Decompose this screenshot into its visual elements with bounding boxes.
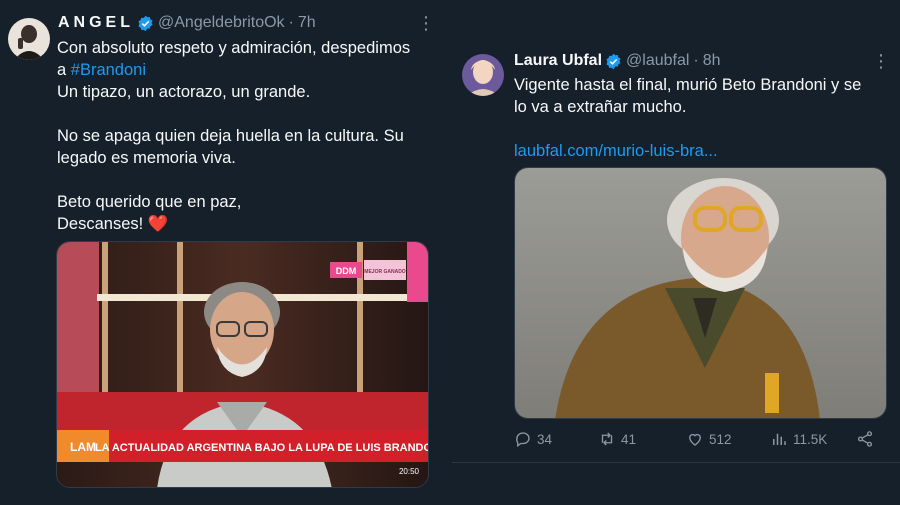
avatar[interactable] [8, 18, 50, 60]
author-name[interactable]: ANGEL [58, 14, 134, 32]
more-icon[interactable]: ⋮ [417, 14, 435, 32]
views-icon [773, 433, 786, 445]
separator: · [288, 14, 294, 31]
tv-still-image: LAM LA ACTUALIDAD ARGENTINA BAJO LA LUPA… [57, 242, 429, 487]
tv-clock: 20:50 [399, 467, 420, 476]
portrait-image [515, 168, 886, 418]
tweet-laura[interactable]: Laura Ubfal @laubfal · 8h ⋮ Vigente hast… [452, 38, 900, 463]
tv-show-badge: MEJOR GANADO [364, 269, 406, 275]
timestamp[interactable]: 8h [703, 52, 721, 70]
lower-third-caption: LA ACTUALIDAD ARGENTINA BAJO LA LUPA DE … [95, 442, 429, 454]
tweet-media-image[interactable]: LAM LA ACTUALIDAD ARGENTINA BAJO LA LUPA… [56, 241, 429, 488]
verified-badge-icon [138, 15, 153, 31]
tweet-media-image[interactable] [514, 167, 887, 419]
tweet-text-line: Beto querido que en paz, [57, 193, 242, 211]
author-name[interactable]: Laura Ubfal [514, 52, 602, 70]
like-icon [689, 433, 701, 446]
reply-icon [516, 432, 530, 448]
share-icon [857, 431, 873, 447]
share-button[interactable] [856, 430, 874, 448]
lower-third-logo: LAM [70, 440, 96, 454]
author-handle[interactable]: @laubfal [626, 52, 689, 70]
retweet-icon [601, 432, 613, 446]
retweet-button[interactable]: 41 [598, 430, 636, 448]
tweet-angel[interactable]: ANGEL @AngeldebritoOk · 7h ⋮ Con absolut… [0, 0, 445, 505]
tweet-text-line: Vigente hasta el final, murió Beto Brand… [514, 76, 862, 94]
like-count: 512 [709, 431, 732, 447]
tweet-text-line: lo va a extrañar mucho. [514, 98, 687, 116]
tweet-text-prefix: a [57, 61, 71, 79]
hashtag-link[interactable]: #Brandoni [71, 61, 146, 79]
tv-channel-badge: DDM [336, 266, 357, 276]
reply-count: 34 [537, 431, 553, 447]
timestamp[interactable]: 7h [298, 14, 316, 32]
tweet-actions: 34 41 512 11.5K [514, 428, 887, 450]
tweet-header: ANGEL @AngeldebritoOk · 7h [58, 14, 316, 32]
tweet-text-line: legado es memoria viva. [57, 149, 236, 167]
tweet-text: Con absoluto respeto y admiración, despe… [57, 37, 442, 235]
tweet-text-line: Un tipazo, un actorazo, un grande. [57, 83, 311, 101]
retweet-count: 41 [621, 431, 637, 447]
avatar[interactable] [462, 54, 504, 96]
views-button[interactable]: 11.5K [770, 430, 827, 448]
more-icon[interactable]: ⋮ [872, 52, 890, 70]
tweet-text-line: a #Brandoni [57, 59, 442, 81]
author-handle[interactable]: @AngeldebritoOk [158, 14, 285, 32]
verified-badge-icon [606, 53, 621, 69]
reply-button[interactable]: 34 [514, 430, 552, 448]
like-button[interactable]: 512 [686, 430, 732, 448]
tweet-header: Laura Ubfal @laubfal · 8h [514, 52, 721, 70]
tweet-text-line: No se apaga quien deja huella en la cult… [57, 127, 404, 145]
tweet-text: Vigente hasta el final, murió Beto Brand… [514, 74, 894, 162]
tweet-text-line: Descanses! ❤️ [57, 215, 169, 233]
views-count: 11.5K [793, 431, 828, 447]
article-link[interactable]: laubfal.com/murio-luis-bra... [514, 140, 894, 162]
tweet-text-line: Con absoluto respeto y admiración, despe… [57, 39, 411, 57]
separator: · [693, 52, 699, 69]
